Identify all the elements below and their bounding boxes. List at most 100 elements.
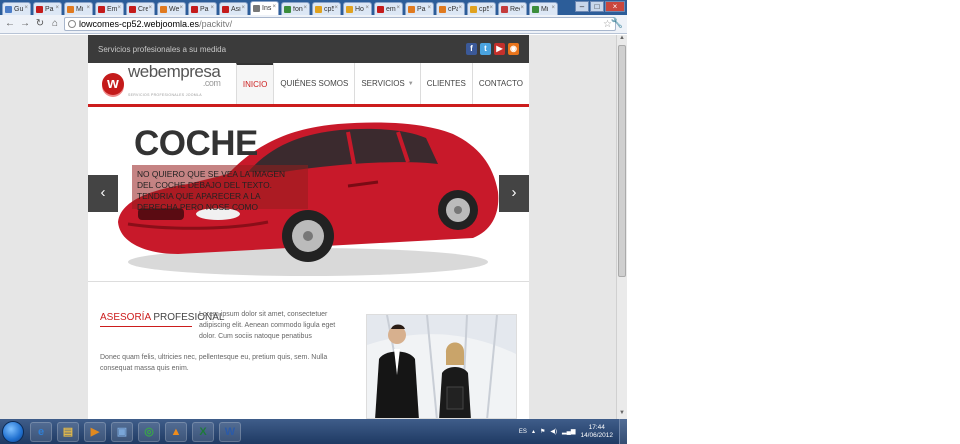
main-menu: Inicio Quiénes somos Servicios ▼ Clientes Con… bbox=[235, 63, 529, 104]
vertical-scrollbar[interactable]: ▲ ▼ bbox=[616, 35, 627, 419]
clock[interactable]: 17:44 14/06/2012 bbox=[580, 424, 613, 440]
tab-close-icon[interactable]: × bbox=[210, 5, 214, 11]
taskbar-chrome-icon[interactable]: ◎ bbox=[138, 421, 160, 442]
youtube-icon[interactable]: ▶ bbox=[494, 43, 505, 55]
logo-wordmark: webempresa .com SERVICIOS PROFESIONALES … bbox=[128, 62, 221, 97]
site-logo[interactable]: w webempresa .com SERVICIOS PROFESIONALE… bbox=[88, 63, 236, 104]
tab-close-icon[interactable]: × bbox=[334, 5, 338, 11]
tab-close-icon[interactable]: × bbox=[272, 4, 276, 10]
taskbar-window-icon[interactable]: ▣ bbox=[111, 421, 133, 442]
favicon-icon bbox=[346, 5, 353, 13]
tab-close-icon[interactable]: × bbox=[303, 5, 307, 11]
browser-tab[interactable]: cPa× bbox=[436, 2, 465, 15]
address-bar[interactable]: lowcomes-cp52.webjoomla.es/packitv/ ☆ bbox=[64, 17, 616, 31]
menu-item-qui-nes-somos[interactable]: Quiénes somos bbox=[273, 63, 354, 104]
logo-mark: w bbox=[102, 72, 124, 95]
tab-close-icon[interactable]: × bbox=[241, 5, 245, 11]
content-section: Asesoría Profesional Lorem ipsum dolor s… bbox=[88, 283, 529, 419]
browser-tab[interactable]: Pa × bbox=[405, 2, 434, 15]
slider-next-button[interactable]: › bbox=[499, 175, 529, 212]
facebook-icon[interactable]: f bbox=[466, 43, 477, 55]
browser-tab[interactable]: Pa × bbox=[33, 2, 62, 15]
network-icon[interactable]: ▂▄▆ bbox=[562, 428, 575, 435]
page-viewport: Servicios profesionales a su medida f t ▶ ◉… bbox=[0, 35, 616, 419]
browser-tab[interactable]: Pa × bbox=[188, 2, 217, 15]
tab-close-icon[interactable]: × bbox=[86, 5, 90, 11]
windows-taskbar: e ▤ ▶ ▣ ◎ ▲ X W ES ▴ ⚑ ◀) ▂▄▆ 17:44 14/06/2012 bbox=[0, 419, 627, 444]
browser-tab[interactable]: fon × bbox=[281, 2, 310, 15]
slider-prev-button[interactable]: ‹ bbox=[88, 175, 118, 212]
taskbar-media-icon[interactable]: ▶ bbox=[84, 421, 106, 442]
favicon-icon bbox=[67, 5, 74, 13]
topbar-tagline: Servicios profesionales a su medida bbox=[98, 44, 227, 54]
wrench-icon[interactable]: 🔧 bbox=[611, 18, 623, 29]
minimize-button[interactable]: – bbox=[575, 1, 589, 12]
window-controls: – □ × bbox=[575, 1, 625, 12]
browser-tab[interactable]: cp5× bbox=[312, 2, 341, 15]
browser-tab[interactable]: em × bbox=[374, 2, 403, 15]
business-people-photo bbox=[366, 314, 517, 419]
home-icon[interactable]: ⌂ bbox=[49, 18, 61, 30]
favicon-icon bbox=[315, 5, 322, 13]
menu-item-inicio[interactable]: Inicio bbox=[235, 63, 274, 104]
browser-tab[interactable]: Em × bbox=[95, 2, 124, 15]
language-indicator[interactable]: ES bbox=[519, 429, 527, 435]
navigation-bar: ← → ↻ ⌂ lowcomes-cp52.webjoomla.es/packi… bbox=[0, 15, 627, 34]
tab-close-icon[interactable]: × bbox=[458, 5, 462, 11]
back-icon[interactable]: ← bbox=[4, 18, 16, 30]
tab-close-icon[interactable]: × bbox=[148, 5, 152, 11]
browser-tab[interactable]: cp5× bbox=[467, 2, 496, 15]
social-icons: f t ▶ ◉ bbox=[466, 43, 519, 55]
favicon-icon bbox=[129, 5, 136, 13]
browser-tab[interactable]: Gu × bbox=[2, 2, 31, 15]
forward-icon[interactable]: → bbox=[19, 18, 31, 30]
tab-close-icon[interactable]: × bbox=[520, 5, 524, 11]
reload-icon[interactable]: ↻ bbox=[34, 18, 46, 30]
browser-tab[interactable]: Mi × bbox=[64, 2, 93, 15]
tab-close-icon[interactable]: × bbox=[24, 5, 28, 11]
rss-icon[interactable]: ◉ bbox=[508, 43, 519, 55]
twitter-icon[interactable]: t bbox=[480, 43, 491, 55]
tab-close-icon[interactable]: × bbox=[427, 5, 431, 11]
tab-close-icon[interactable]: × bbox=[551, 5, 555, 11]
show-desktop-button[interactable] bbox=[619, 419, 627, 444]
browser-tab[interactable]: Mi × bbox=[529, 2, 558, 15]
tab-close-icon[interactable]: × bbox=[55, 5, 59, 11]
tab-close-icon[interactable]: × bbox=[117, 5, 121, 11]
taskbar-word-icon[interactable]: W bbox=[219, 421, 241, 442]
menu-item-servicios[interactable]: Servicios ▼ bbox=[354, 63, 419, 104]
tray-arrow-icon[interactable]: ▴ bbox=[532, 428, 535, 435]
taskbar-explorer-icon[interactable]: ▤ bbox=[57, 421, 79, 442]
start-button[interactable] bbox=[2, 420, 24, 443]
system-tray: ES ▴ ⚑ ◀) ▂▄▆ 17:44 14/06/2012 bbox=[519, 424, 619, 440]
scroll-down-icon[interactable]: ▼ bbox=[617, 410, 627, 419]
section-title-underline bbox=[100, 326, 192, 327]
browser-tab[interactable]: Ins × bbox=[250, 1, 279, 15]
favicon-icon bbox=[284, 5, 291, 13]
tab-close-icon[interactable]: × bbox=[179, 5, 183, 11]
tab-close-icon[interactable]: × bbox=[396, 5, 400, 11]
maximize-button[interactable]: □ bbox=[590, 1, 604, 12]
flag-icon[interactable]: ⚑ bbox=[540, 428, 545, 435]
menu-item-clientes[interactable]: Clientes bbox=[419, 63, 472, 104]
browser-tab[interactable]: Rec× bbox=[498, 2, 527, 15]
browser-tab[interactable]: We × bbox=[157, 2, 186, 15]
browser-window: Gu×Pa×Mi×Em×Cre×We×Pa×Asi×Ins×fon×cp5×Ho… bbox=[0, 0, 627, 444]
browser-tab[interactable]: Cre× bbox=[126, 2, 155, 15]
scroll-up-icon[interactable]: ▲ bbox=[617, 35, 627, 44]
taskbar-excel-icon[interactable]: X bbox=[192, 421, 214, 442]
close-button[interactable]: × bbox=[605, 1, 625, 12]
chevron-down-icon: ▼ bbox=[407, 80, 414, 87]
taskbar-ie-icon[interactable]: e bbox=[30, 421, 52, 442]
favicon-icon bbox=[439, 5, 446, 13]
tab-close-icon[interactable]: × bbox=[365, 5, 369, 11]
menu-item-contacto[interactable]: Contacto bbox=[471, 63, 529, 104]
taskbar-vlc-icon[interactable]: ▲ bbox=[165, 421, 187, 442]
browser-tab[interactable]: Ho × bbox=[343, 2, 372, 15]
volume-icon[interactable]: ◀) bbox=[550, 428, 557, 435]
browser-tab[interactable]: Asi × bbox=[219, 2, 248, 15]
globe-icon bbox=[68, 20, 76, 28]
scrollbar-thumb[interactable] bbox=[618, 45, 626, 277]
webpage: Servicios profesionales a su medida f t ▶ ◉… bbox=[88, 35, 529, 419]
tab-close-icon[interactable]: × bbox=[489, 5, 493, 11]
